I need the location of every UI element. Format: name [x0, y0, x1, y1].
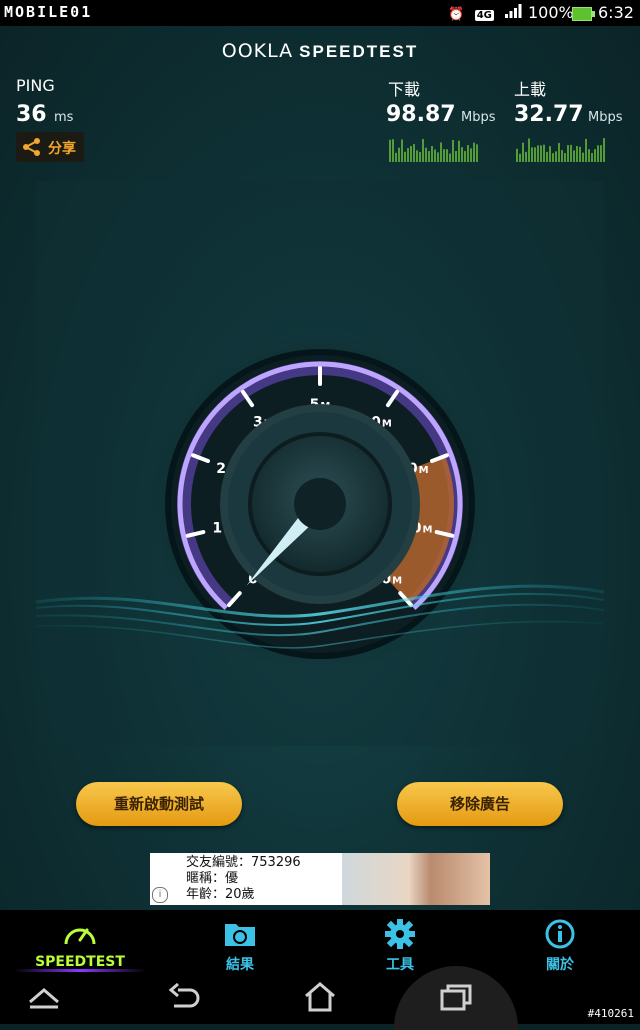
- tab-label-about: 關於: [546, 957, 574, 973]
- clock: 6:32: [598, 3, 634, 22]
- mobile01-logo: MOBILE01: [4, 3, 93, 21]
- gear-icon: [385, 919, 415, 949]
- gauge-needle-cap: [294, 478, 346, 530]
- menu-chevron-icon[interactable]: [26, 982, 62, 1012]
- system-nav-bar: #410261: [0, 966, 640, 1030]
- speedometer-icon: [64, 928, 96, 945]
- ad-line-id: 交友編號：753296: [186, 855, 301, 870]
- home-icon[interactable]: [302, 982, 338, 1012]
- speedtest-screen: OOKLA SPEEDTEST PING 36 ms 分享 下載 98.87 Mb…: [0, 26, 640, 910]
- ad-banner[interactable]: 交友編號：753296 暱稱：優 年齡：20歲 i: [150, 853, 490, 905]
- tab-label-speedtest: SPEEDTEST: [35, 954, 125, 970]
- restart-test-button[interactable]: 重新啟動測試: [76, 782, 242, 826]
- tab-results[interactable]: 結果: [160, 910, 320, 973]
- tab-label-results: 結果: [226, 957, 254, 973]
- ad-line-age: 年齡：20歲: [186, 887, 255, 902]
- ad-info-icon[interactable]: i: [152, 887, 168, 903]
- bottom-tab-bar: SPEEDTEST 結果 工具 關於: [0, 910, 640, 973]
- ad-text: 交友編號：753296 暱稱：優 年齡：20歲: [186, 855, 301, 903]
- alarm-icon: ⏰: [448, 7, 465, 22]
- folder-results-icon: [225, 924, 255, 946]
- ad-line-nickname: 暱稱：優: [186, 871, 239, 886]
- back-icon[interactable]: [166, 982, 202, 1012]
- watermark: #410261: [587, 1007, 634, 1020]
- battery-percent: 100%: [528, 3, 574, 22]
- ad-photo: [342, 853, 490, 905]
- signal-icon: [504, 4, 522, 22]
- recent-apps-icon[interactable]: [438, 982, 474, 1012]
- tab-tools[interactable]: 工具: [320, 910, 480, 973]
- tab-about[interactable]: 關於: [480, 910, 640, 973]
- status-icons: ⏰ 4G: [442, 4, 522, 22]
- info-icon: [545, 919, 575, 949]
- battery-icon: [572, 7, 595, 21]
- status-bar: MOBILE01 ⏰ 4G 100% 6:32: [0, 0, 640, 26]
- tab-speedtest[interactable]: SPEEDTEST: [0, 910, 160, 972]
- remove-ads-button[interactable]: 移除廣告: [397, 782, 563, 826]
- speed-gauge: 01M2M3M5M10M20M30M50M: [35, 181, 605, 746]
- network-4g-icon: 4G: [474, 10, 494, 21]
